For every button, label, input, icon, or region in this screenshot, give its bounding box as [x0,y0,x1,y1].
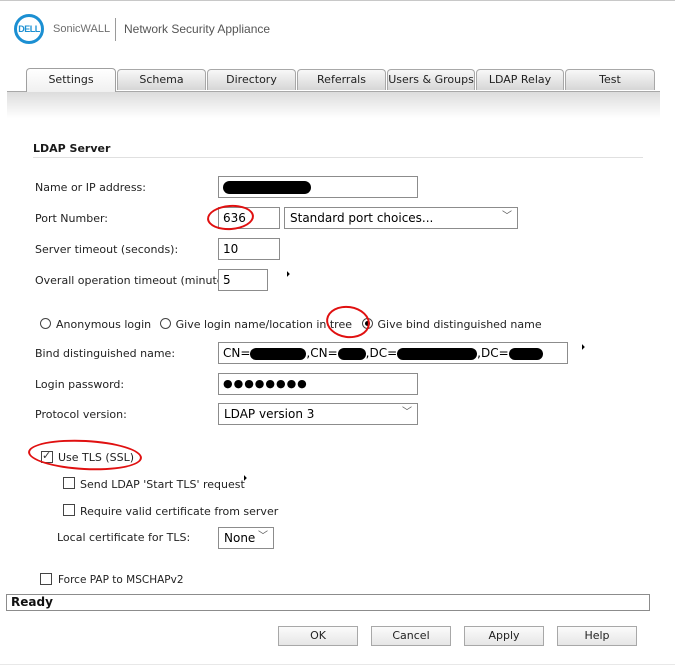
port-choices-select[interactable]: Standard port choices... ﹀ [284,207,518,229]
ok-button[interactable]: OK [278,626,358,646]
port-choices-value: Standard port choices... [290,211,434,225]
cursor-marker [284,271,290,277]
status-bar: Ready [6,594,650,611]
chevron-down-icon: ﹀ [258,531,268,542]
force-pap-label: Force PAP to MSCHAPv2 [58,574,184,586]
brand-name: SonicWALL [53,23,111,35]
dn-part: CN= [223,346,251,360]
radio-icon [159,318,171,329]
logo-text: DELL [18,24,40,34]
radio-anonymous[interactable]: Anonymous login [40,318,151,331]
cancel-button[interactable]: Cancel [371,626,451,646]
radio-login-name[interactable]: Give login name/location in tree [159,318,352,331]
operation-timeout-label: Overall operation timeout (minutes): [35,274,238,287]
cursor-marker [579,344,585,350]
redacted-value [397,347,478,360]
chevron-down-icon: ﹀ [402,407,412,418]
server-timeout-input[interactable]: 10 [218,238,280,260]
redacted-value [250,347,307,360]
chevron-down-icon: ﹀ [502,211,512,222]
header: DELL SonicWALL Network Security Applianc… [0,1,675,59]
radio-anonymous-label: Anonymous login [56,318,152,331]
local-cert-value: None [224,531,256,545]
login-password-label: Login password: [35,378,125,391]
tab-directory[interactable]: Directory [207,69,296,90]
tab-settings[interactable]: Settings [26,68,116,92]
dn-part: ,DC= [365,346,398,360]
tab-test[interactable]: Test [565,69,655,90]
protocol-version-label: Protocol version: [35,408,127,421]
help-button[interactable]: Help [557,626,637,646]
login-mode-group: Anonymous login Give login name/location… [40,318,542,331]
require-cert-label: Require valid certificate from server [80,505,279,518]
dn-part: ,CN= [306,346,338,360]
radio-icon [40,318,51,329]
tab-users-groups[interactable]: Users & Groups [387,69,475,90]
protocol-version-value: LDAP version 3 [224,407,315,421]
section-title: LDAP Server [33,142,111,155]
start-tls-checkbox[interactable] [63,477,75,489]
tab-ldap-relay[interactable]: LDAP Relay [476,69,564,90]
operation-timeout-input[interactable]: 5 [218,269,268,291]
server-timeout-label: Server timeout (seconds): [35,243,179,256]
radio-bind-dn-label: Give bind distinguished name [377,318,542,331]
bind-dn-label: Bind distinguished name: [35,347,176,360]
product-name: Network Security Appliance [124,22,271,36]
dell-logo-icon: DELL [14,14,44,44]
annotation-circle-bind [323,303,373,341]
tab-band [7,92,660,118]
login-password-input[interactable]: ●●●●●●●● [218,373,418,395]
protocol-version-select[interactable]: LDAP version 3 ﹀ [218,403,418,425]
redacted-value [337,347,366,360]
section-divider [33,157,643,158]
apply-button[interactable]: Apply [464,626,544,646]
local-cert-select[interactable]: None ﹀ [218,527,274,549]
force-pap-checkbox[interactable] [40,573,52,585]
brand-separator [115,18,116,41]
port-label: Port Number: [35,212,109,225]
annotation-circle-tls [27,437,143,473]
local-cert-label: Local certificate for TLS: [57,531,191,544]
require-cert-checkbox[interactable] [63,504,75,516]
start-tls-label: Send LDAP 'Start TLS' request [80,478,245,491]
dn-part: ,DC= [477,346,509,360]
name-ip-input[interactable] [218,176,418,198]
redacted-value [508,347,543,360]
tab-referrals[interactable]: Referrals [297,69,386,90]
tab-schema[interactable]: Schema [117,69,206,90]
redacted-value [223,180,311,194]
radio-bind-dn[interactable]: Give bind distinguished name [361,318,542,331]
name-ip-label: Name or IP address: [35,181,146,194]
bind-dn-input[interactable]: CN= ,CN= ,DC= ,DC= [218,342,568,364]
